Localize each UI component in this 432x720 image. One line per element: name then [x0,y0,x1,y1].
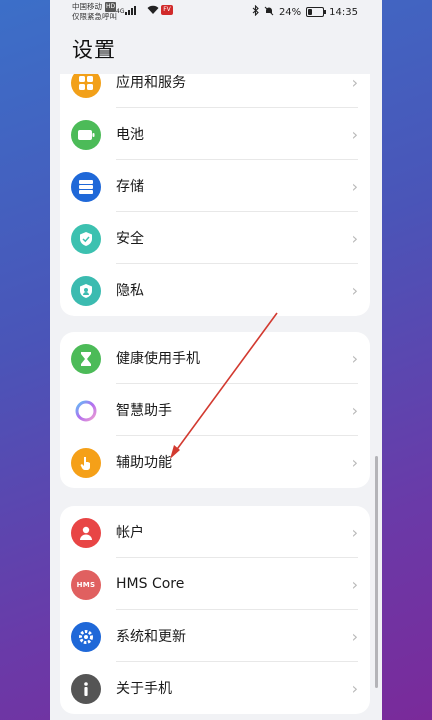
privacy-icon [71,276,101,306]
hand-icon [71,448,101,478]
chevron-right-icon: › [351,228,358,248]
chevron-right-icon: › [351,400,358,420]
settings-card-system: 帐户 › HMS HMS Core › 系统和更新 › 关于手机 › [60,506,370,714]
chevron-right-icon: › [351,280,358,300]
settings-item-battery[interactable]: 电池 › [60,108,370,160]
settings-item-security[interactable]: 安全 › [60,212,370,264]
settings-item-label: 健康使用手机 [116,351,200,367]
settings-item-health[interactable]: 健康使用手机 › [60,332,370,384]
hd-badge: HD [105,2,117,12]
clock: 14:35 [329,6,358,18]
battery-percent: 24% [278,6,302,18]
settings-item-assistant[interactable]: 智慧助手 › [60,384,370,436]
settings-item-about[interactable]: 关于手机 › [60,662,370,714]
settings-item-label: 安全 [116,231,144,247]
network-type: 4G [116,8,125,15]
settings-item-hms[interactable]: HMS HMS Core › [60,558,370,610]
wifi-icon [147,5,159,18]
chevron-right-icon: › [351,452,358,472]
chevron-right-icon: › [351,626,358,646]
settings-item-account[interactable]: 帐户 › [60,506,370,558]
bluetooth-icon [252,4,259,19]
chevron-right-icon: › [351,678,358,698]
app-notification-icon: FV [161,5,173,15]
settings-item-label: 关于手机 [116,681,172,697]
settings-item-update[interactable]: 系统和更新 › [60,610,370,662]
settings-item-privacy[interactable]: 隐私 › [60,264,370,316]
storage-icon [71,172,101,202]
user-icon [71,518,101,548]
page-title: 设置 [72,38,116,62]
info-icon [71,674,101,704]
chevron-right-icon: › [351,522,358,542]
shield-icon [71,224,101,254]
settings-screen: 中国移动 HD 仅限紧急呼叫 4G FV 24% 14:35 设置 应用和服务 ›… [50,0,382,720]
settings-item-label: 应用和服务 [116,75,186,91]
chevron-right-icon: › [351,124,358,144]
settings-item-label: 帐户 [116,525,144,541]
settings-item-label: HMS Core [116,576,185,592]
apps-grid-icon [71,74,101,98]
status-bar: 中国移动 HD 仅限紧急呼叫 4G FV 24% 14:35 [50,0,382,22]
gear-icon [71,622,101,652]
settings-item-label: 辅助功能 [116,455,172,471]
settings-item-label: 存储 [116,179,144,195]
battery-icon [71,120,101,150]
hms-icon: HMS [71,570,101,600]
battery-icon [306,7,327,17]
settings-item-label: 电池 [116,127,144,143]
chevron-right-icon: › [351,348,358,368]
settings-item-storage[interactable]: 存储 › [60,160,370,212]
settings-card-assist: 健康使用手机 › 智慧助手 › 辅助功能 › [60,332,370,488]
settings-item-label: 智慧助手 [116,403,172,419]
settings-item-label: 系统和更新 [116,629,186,645]
settings-item-label: 隐私 [116,283,144,299]
hms-badge-text: HMS [76,581,96,589]
chevron-right-icon: › [351,574,358,594]
scrollbar[interactable] [375,456,378,688]
chevron-right-icon: › [351,176,358,196]
emergency-only-text: 仅限紧急呼叫 [72,12,117,21]
carrier-name: 中国移动 [72,2,102,11]
carrier-info: 中国移动 HD 仅限紧急呼叫 [72,2,117,22]
assistant-ring-icon [71,396,101,426]
chevron-right-icon: › [351,72,358,92]
mute-bell-icon [264,6,274,19]
settings-card-device: 应用和服务 › 电池 › 存储 › 安全 › 隐私 › [60,72,370,316]
hourglass-icon [71,344,101,374]
signal-icon: 4G [116,5,137,15]
settings-item-accessibility[interactable]: 辅助功能 › [60,436,370,488]
